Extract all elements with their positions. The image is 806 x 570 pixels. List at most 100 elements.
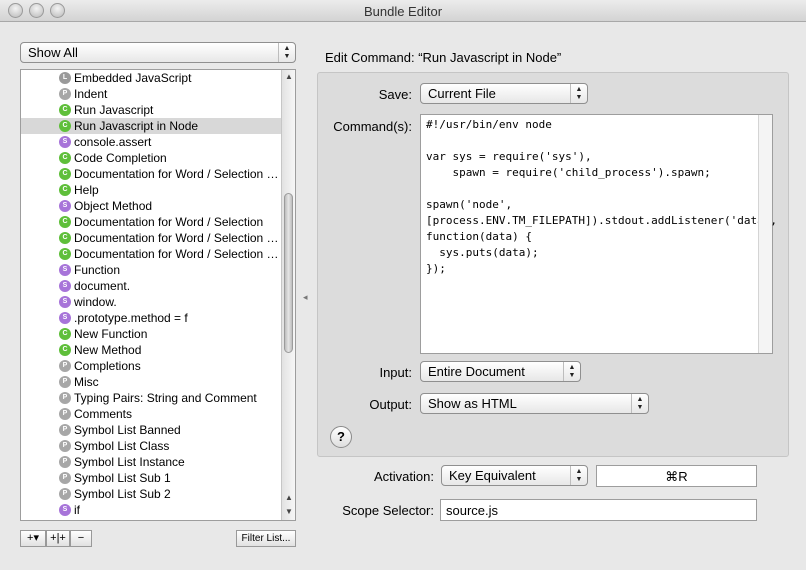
bundle-editor-window: Bundle Editor Show All ▲ ▼ L Embedded Java… bbox=[0, 0, 806, 570]
command-badge-icon: C bbox=[59, 120, 71, 132]
list-item[interactable]: Sdocument. bbox=[21, 278, 283, 294]
title-bar[interactable]: Bundle Editor bbox=[0, 0, 806, 22]
list-item[interactable]: P Symbol List Sub 1 bbox=[21, 470, 283, 486]
list-item[interactable]: P Symbol List Banned bbox=[21, 422, 283, 438]
list-item-label: Help bbox=[74, 183, 99, 197]
list-item[interactable]: C Documentation for Word / Selection G… bbox=[21, 230, 283, 246]
list-item-label: Symbol List Banned bbox=[74, 423, 181, 437]
command-badge-icon: C bbox=[59, 152, 71, 164]
list-scrollbar[interactable]: ▲ ▲ ▼ bbox=[281, 70, 295, 520]
list-item-label: Symbol List Sub 1 bbox=[74, 471, 171, 485]
save-popup[interactable]: Current File ▲ ▼ bbox=[420, 83, 588, 104]
snippet-badge-icon: S bbox=[59, 280, 71, 292]
list-item[interactable]: P Indent bbox=[21, 86, 283, 102]
language-badge-icon: L bbox=[59, 72, 71, 84]
chevron-updown-icon: ▲ ▼ bbox=[631, 394, 648, 413]
preference-badge-icon: P bbox=[59, 488, 71, 500]
split-divider-handle[interactable]: ◂ bbox=[303, 292, 308, 303]
list-item-label: window. bbox=[74, 295, 117, 309]
list-item[interactable]: C Help bbox=[21, 182, 283, 198]
list-item[interactable]: C Run Javascript bbox=[21, 102, 283, 118]
list-item-label: Function bbox=[74, 263, 121, 277]
list-item[interactable]: C Documentation for Word / Selection bbox=[21, 214, 283, 230]
list-item-label: Run Javascript bbox=[74, 103, 154, 117]
command-badge-icon: C bbox=[59, 216, 71, 228]
input-popup[interactable]: Entire Document ▲ ▼ bbox=[420, 361, 581, 382]
preference-badge-icon: P bbox=[59, 440, 71, 452]
list-item-label: Symbol List Instance bbox=[74, 455, 185, 469]
input-value: Entire Document bbox=[428, 364, 525, 379]
scope-selector-field[interactable]: source.js bbox=[440, 499, 757, 521]
list-item-label: Documentation for Word / Selection bbox=[74, 215, 264, 229]
list-item[interactable]: C New Function bbox=[21, 326, 283, 342]
bundle-item-list[interactable]: L Embedded JavaScript P Indent C Run Javascri… bbox=[20, 69, 296, 521]
preference-badge-icon: P bbox=[59, 392, 71, 404]
snippet-badge-icon: S bbox=[59, 504, 71, 516]
add-item-button[interactable]: +▾ bbox=[20, 530, 46, 547]
chevron-updown-icon: ▲ ▼ bbox=[570, 466, 587, 485]
list-item[interactable]: S Function bbox=[21, 262, 283, 278]
snippet-badge-icon: S bbox=[59, 264, 71, 276]
scroll-up-icon[interactable]: ▲ bbox=[285, 72, 293, 81]
list-item[interactable]: P Completions bbox=[21, 358, 283, 374]
preference-badge-icon: P bbox=[59, 408, 71, 420]
list-item[interactable]: S Object Method bbox=[21, 198, 283, 214]
snippet-badge-icon: S bbox=[59, 296, 71, 308]
help-button[interactable]: ? bbox=[330, 426, 352, 448]
list-item[interactable]: S .prototype.method = f bbox=[21, 310, 283, 326]
add-group-button[interactable]: +|+ bbox=[46, 530, 70, 547]
list-item-label: .prototype.method = f bbox=[74, 311, 188, 325]
snippet-badge-icon: S bbox=[59, 136, 71, 148]
command-text[interactable]: #!/usr/bin/env node var sys = require('s… bbox=[421, 115, 777, 277]
activation-popup[interactable]: Key Equivalent ▲ ▼ bbox=[441, 465, 588, 486]
list-item[interactable]: P Symbol List Sub 2 bbox=[21, 486, 283, 502]
filter-list-button[interactable]: Filter List... bbox=[236, 530, 296, 547]
list-item[interactable]: C Run Javascript in Node bbox=[21, 118, 283, 134]
list-item[interactable]: C Documentation for Word / Selection (t… bbox=[21, 166, 283, 182]
remove-item-button[interactable]: − bbox=[70, 530, 92, 547]
list-item[interactable]: L Embedded JavaScript bbox=[21, 70, 283, 86]
list-item[interactable]: P Comments bbox=[21, 406, 283, 422]
list-item-label: Comments bbox=[74, 407, 133, 421]
save-label: Save: bbox=[378, 87, 412, 102]
command-editor[interactable]: #!/usr/bin/env node var sys = require('s… bbox=[420, 114, 777, 354]
list-item[interactable]: C New Method bbox=[21, 342, 283, 358]
list-item-label: document. bbox=[74, 279, 131, 293]
preference-badge-icon: P bbox=[59, 88, 71, 100]
list-item-label: Documentation for Word / Selection (t… bbox=[74, 167, 282, 181]
list-item[interactable]: P Symbol List Instance bbox=[21, 454, 283, 470]
list-item-label: Indent bbox=[74, 87, 108, 101]
output-label: Output: bbox=[369, 397, 412, 412]
list-item[interactable]: P Symbol List Class bbox=[21, 438, 283, 454]
chevron-updown-icon: ▲ ▼ bbox=[563, 362, 580, 381]
preference-badge-icon: P bbox=[59, 376, 71, 388]
list-item-label: Completions bbox=[74, 359, 141, 373]
preference-badge-icon: P bbox=[59, 424, 71, 436]
list-item-label: New Function bbox=[74, 327, 148, 341]
list-item-label: Documentation for Word / Selection G… bbox=[74, 231, 282, 245]
activation-label: Activation: bbox=[374, 469, 434, 484]
chevron-updown-icon: ▲ ▼ bbox=[570, 84, 587, 103]
commands-label: Command(s): bbox=[333, 119, 412, 134]
list-item-label: Typing Pairs: String and Comment bbox=[74, 391, 257, 405]
list-item[interactable]: Swindow. bbox=[21, 294, 283, 310]
list-item[interactable]: P Typing Pairs: String and Comment bbox=[21, 390, 283, 406]
list-item[interactable]: Sif bbox=[21, 502, 283, 518]
show-filter-popup[interactable]: Show All ▲ ▼ bbox=[20, 42, 296, 63]
command-badge-icon: C bbox=[59, 184, 71, 196]
scroll-up-icon[interactable]: ▲ bbox=[285, 493, 293, 502]
command-badge-icon: C bbox=[59, 104, 71, 116]
key-equivalent-field[interactable]: ⌘R bbox=[596, 465, 757, 487]
scroll-down-icon[interactable]: ▼ bbox=[285, 507, 293, 516]
list-item[interactable]: Sconsole.assert bbox=[21, 134, 283, 150]
preference-badge-icon: P bbox=[59, 456, 71, 468]
editor-scrollbar[interactable] bbox=[758, 115, 772, 353]
activation-value: Key Equivalent bbox=[449, 468, 536, 483]
list-item[interactable]: C Documentation for Word / Selection G… bbox=[21, 246, 283, 262]
scroll-thumb[interactable] bbox=[284, 193, 293, 353]
list-item[interactable]: C Code Completion bbox=[21, 150, 283, 166]
output-popup[interactable]: Show as HTML ▲ ▼ bbox=[420, 393, 649, 414]
scope-selector-label: Scope Selector: bbox=[342, 503, 434, 518]
list-item-label: Embedded JavaScript bbox=[74, 71, 192, 85]
list-item[interactable]: P Misc bbox=[21, 374, 283, 390]
